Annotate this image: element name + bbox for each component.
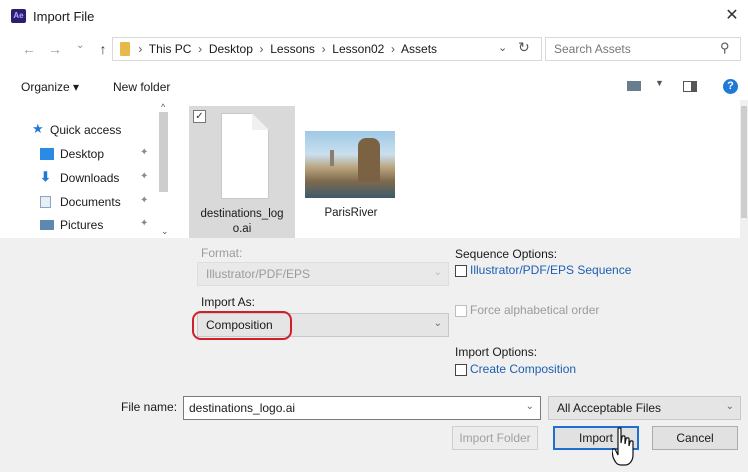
sequence-options-label: Sequence Options: xyxy=(455,247,558,261)
nav-item-label: Desktop xyxy=(60,147,105,161)
import-as-label: Import As: xyxy=(201,295,256,309)
new-folder-button[interactable]: New folder xyxy=(113,80,170,94)
nav-item-documents[interactable]: Documents ✦ xyxy=(40,193,160,215)
file-name-label: destinations_log o.ai xyxy=(191,207,293,237)
force-alphabetical-checkbox xyxy=(455,305,467,317)
download-icon: ⬇ xyxy=(40,169,51,184)
view-options-chevron-icon[interactable]: ▼ xyxy=(655,78,664,88)
search-icon: ⚲ xyxy=(720,40,730,55)
refresh-icon[interactable]: ↻ xyxy=(518,39,530,56)
title-bar: Ae Import File ✕ xyxy=(0,0,748,32)
chevron-down-icon: ⌄ xyxy=(725,401,734,412)
window-title: Import File xyxy=(33,9,95,24)
star-icon: ★ xyxy=(32,121,44,136)
nav-scroll-down-icon[interactable]: ⌄ xyxy=(161,226,169,237)
search-placeholder: Search Assets xyxy=(554,42,631,56)
pin-icon: ✦ xyxy=(140,195,149,206)
import-options-label: Import Options: xyxy=(455,345,538,359)
file-list-scrollbar-thumb[interactable] xyxy=(741,106,747,218)
organize-menu-button[interactable]: Organize ▾ xyxy=(21,80,79,94)
breadcrumb-item[interactable]: Lesson02 xyxy=(332,42,384,56)
nav-item-label: Quick access xyxy=(50,123,122,137)
nav-scroll-up-icon[interactable]: ^ xyxy=(161,102,165,112)
format-value: Illustrator/PDF/EPS xyxy=(206,267,311,281)
breadcrumb-item[interactable]: Lessons xyxy=(270,42,315,56)
file-name-input[interactable]: destinations_logo.ai ⌄ xyxy=(183,396,541,420)
thumbnail-detail xyxy=(358,138,380,182)
address-dropdown-icon[interactable]: ⌄ xyxy=(498,41,507,54)
thumbnail-detail xyxy=(330,150,334,166)
nav-item-label: Downloads xyxy=(60,171,120,185)
format-select: Illustrator/PDF/EPS ⌄ xyxy=(197,262,449,286)
address-bar[interactable]: › This PC › Desktop › Lessons › Lesson02… xyxy=(112,37,542,61)
sequence-checkbox[interactable] xyxy=(455,265,467,277)
forward-arrow-icon[interactable]: → xyxy=(46,40,64,58)
breadcrumb-item[interactable]: This PC xyxy=(149,42,192,56)
force-alphabetical-label: Force alphabetical order xyxy=(470,303,600,317)
import-folder-button[interactable]: Import Folder xyxy=(452,426,538,450)
documents-icon xyxy=(40,196,51,208)
file-type-select[interactable]: All Acceptable Files ⌄ xyxy=(548,396,741,420)
breadcrumb-item[interactable]: Assets xyxy=(401,42,437,56)
file-name-line: destinations_log xyxy=(200,208,284,220)
preview-pane-icon[interactable] xyxy=(683,81,697,92)
recent-locations-chevron-icon[interactable]: ⌄ xyxy=(76,40,84,51)
create-composition-label[interactable]: Create Composition xyxy=(470,362,576,376)
close-icon[interactable]: ✕ xyxy=(722,6,742,26)
document-fold-icon xyxy=(252,113,269,130)
file-name-field-label: File name: xyxy=(121,400,178,414)
file-type-value: All Acceptable Files xyxy=(557,401,662,415)
nav-scrollbar-thumb[interactable] xyxy=(159,112,168,192)
nav-item-label: Pictures xyxy=(60,218,104,232)
create-composition-checkbox[interactable] xyxy=(455,364,467,376)
breadcrumb-item[interactable]: Desktop xyxy=(209,42,253,56)
file-name-value: destinations_logo.ai xyxy=(189,401,296,415)
format-label: Format: xyxy=(201,246,243,260)
pin-icon: ✦ xyxy=(140,171,149,182)
back-arrow-icon[interactable]: ← xyxy=(20,40,38,58)
chevron-down-icon[interactable]: ⌄ xyxy=(526,401,534,412)
breadcrumb: › This PC › Desktop › Lessons › Lesson02… xyxy=(135,42,438,56)
cancel-button[interactable]: Cancel xyxy=(652,426,738,450)
file-name-label: ParisRiver xyxy=(324,207,378,219)
chevron-down-icon: ⌄ xyxy=(433,267,442,278)
help-icon[interactable]: ? xyxy=(723,79,738,94)
nav-item-pictures[interactable]: Pictures ✦ xyxy=(40,216,160,238)
nav-item-label: Documents xyxy=(60,195,121,209)
highlight-annotation-ring xyxy=(192,311,292,340)
desktop-icon xyxy=(40,148,54,160)
pin-icon: ✦ xyxy=(140,147,149,158)
after-effects-app-icon: Ae xyxy=(11,9,26,23)
image-thumbnail[interactable] xyxy=(305,131,395,198)
pictures-icon xyxy=(40,220,54,230)
change-view-icon[interactable] xyxy=(627,81,641,91)
nav-item-downloads[interactable]: ⬇ Downloads ✦ xyxy=(40,169,160,191)
nav-item-desktop[interactable]: Desktop ✦ xyxy=(40,145,160,167)
search-input[interactable]: Search Assets ⚲ xyxy=(545,37,741,61)
hand-pointer-cursor-icon xyxy=(612,427,634,466)
pin-icon: ✦ xyxy=(140,218,149,229)
up-arrow-icon[interactable]: ↑ xyxy=(94,40,112,58)
file-name-line: o.ai xyxy=(232,223,252,235)
item-checkbox-icon[interactable]: ✓ xyxy=(193,110,206,123)
sequence-checkbox-label[interactable]: Illustrator/PDF/EPS Sequence xyxy=(470,263,631,277)
folder-icon xyxy=(120,42,130,56)
chevron-down-icon: ⌄ xyxy=(433,318,442,329)
